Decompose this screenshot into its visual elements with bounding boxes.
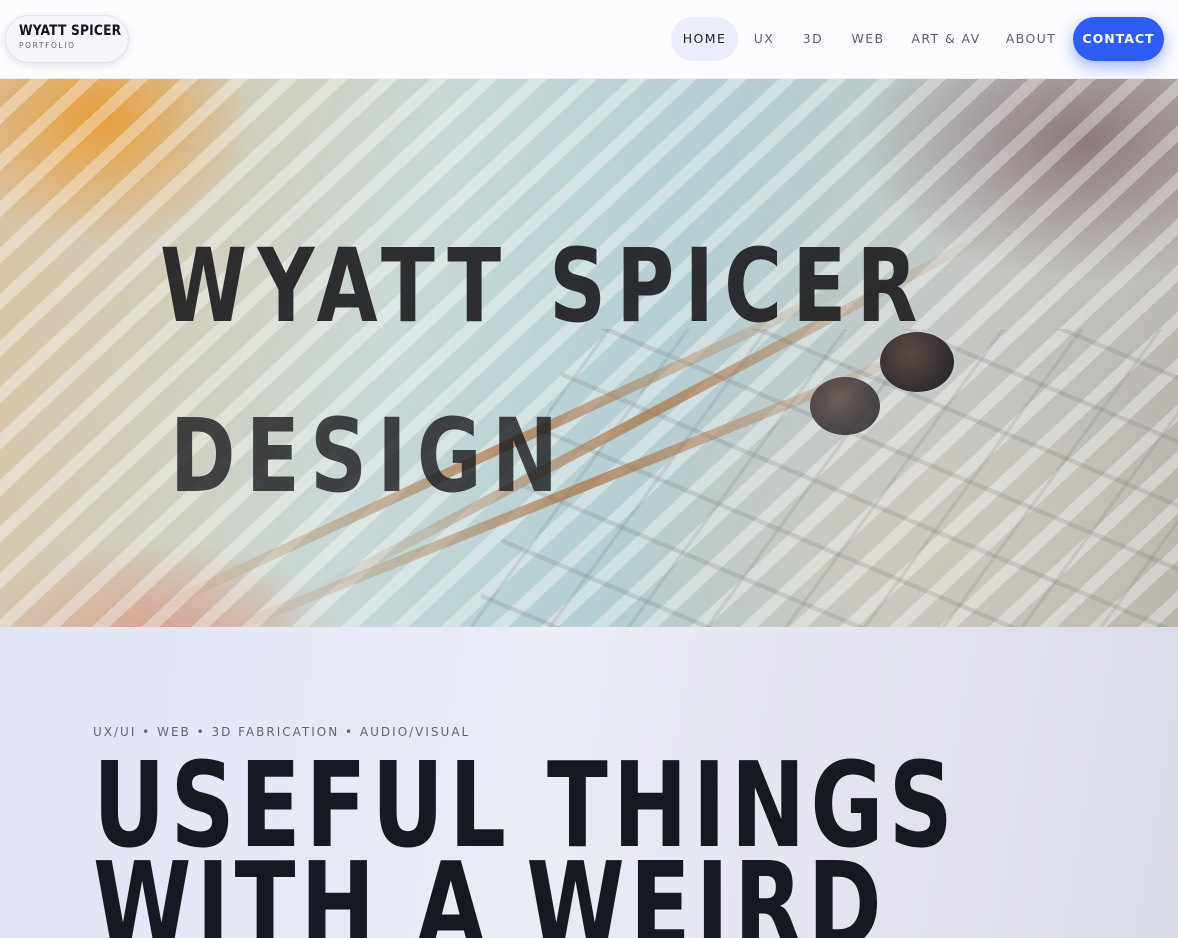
intro-section: UX/UI • WEB • 3D FABRICATION • AUDIO/VIS… xyxy=(0,627,1178,938)
contact-button[interactable]: CONTACT xyxy=(1073,17,1164,61)
nav-item-home[interactable]: HOME xyxy=(671,17,738,61)
hero-mallet-head xyxy=(810,377,880,435)
hero-banner: WYATT SPICER DESIGN xyxy=(0,79,1178,627)
logo-title: WYATT SPICER xyxy=(19,23,122,39)
hero-title-line1: WYATT SPICER xyxy=(160,227,928,346)
logo-home-link[interactable]: WYATT SPICER PORTFOLIO xyxy=(5,15,129,63)
hero-keyboard-graphic xyxy=(461,329,1178,627)
nav-item-art-av[interactable]: ART & AV xyxy=(903,17,989,61)
intro-headline-line2: WITH A WEIRD xyxy=(93,836,887,938)
nav-item-about[interactable]: ABOUT xyxy=(996,17,1066,61)
logo-subtitle: PORTFOLIO xyxy=(19,41,76,50)
nav-item-3d[interactable]: 3D xyxy=(792,17,834,61)
nav-item-web[interactable]: WEB xyxy=(842,17,894,61)
nav-item-ux[interactable]: UX xyxy=(742,17,786,61)
hero-title-line2: DESIGN xyxy=(170,397,569,516)
site-header: WYATT SPICER PORTFOLIO HOME UX 3D WEB AR… xyxy=(0,0,1178,79)
